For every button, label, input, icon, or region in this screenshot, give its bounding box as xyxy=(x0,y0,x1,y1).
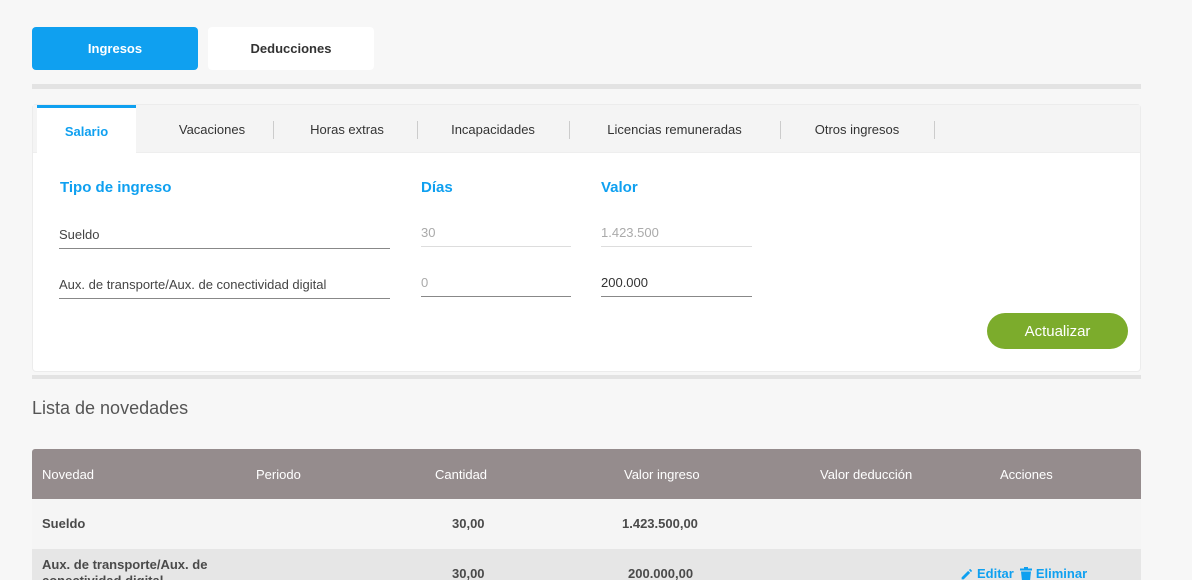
delete-label: Eliminar xyxy=(1035,566,1088,580)
tab-otros-ingresos[interactable]: Otros ingresos xyxy=(780,105,934,153)
tab-separator xyxy=(273,121,274,139)
dias-input[interactable]: 0 xyxy=(421,267,571,297)
cell-acciones: Editar Eliminar xyxy=(960,549,1087,580)
valor-input[interactable]: 200.000 xyxy=(601,267,752,297)
divider xyxy=(32,375,1141,379)
edit-button[interactable]: Editar xyxy=(960,566,1014,580)
cell-novedad: Sueldo xyxy=(42,516,86,531)
header-dias: Días xyxy=(421,179,453,196)
tab-deducciones[interactable]: Deducciones xyxy=(208,27,374,70)
trash-icon xyxy=(1019,567,1032,580)
sub-tabs: Salario Vacaciones Horas extras Incapaci… xyxy=(33,105,1140,154)
tab-horas-extras[interactable]: Horas extras xyxy=(277,105,417,153)
col-novedad: Novedad xyxy=(42,466,95,482)
col-valor-deduccion: Valor deducción xyxy=(820,466,913,482)
dias-field: 30 xyxy=(421,217,571,247)
novedades-table: Novedad Periodo Cantidad Valor ingreso V… xyxy=(32,449,1141,580)
tab-ingresos[interactable]: Ingresos xyxy=(32,27,198,70)
col-valor-ingreso: Valor ingreso xyxy=(624,466,700,482)
table-row: Sueldo 30,00 1.423.500,00 xyxy=(32,499,1141,549)
list-title: Lista de novedades xyxy=(32,398,189,418)
divider xyxy=(32,84,1141,89)
col-cantidad: Cantidad xyxy=(435,466,488,482)
tab-vacaciones[interactable]: Vacaciones xyxy=(147,105,277,153)
cell-valor-ingreso: 1.423.500,00 xyxy=(622,516,698,531)
edit-label: Editar xyxy=(977,566,1014,580)
top-tabs: Ingresos Deducciones xyxy=(32,27,374,70)
tab-separator xyxy=(934,121,935,139)
tab-incapacidades[interactable]: Incapacidades xyxy=(417,105,569,153)
delete-button[interactable]: Eliminar xyxy=(1019,566,1088,580)
tab-licencias-remuneradas[interactable]: Licencias remuneradas xyxy=(569,105,780,153)
tab-salario[interactable]: Salario xyxy=(37,105,136,154)
pencil-icon xyxy=(961,568,972,579)
col-acciones: Acciones xyxy=(1000,466,1053,482)
cell-cantidad: 30,00 xyxy=(452,516,485,531)
tipo-ingreso-field: Sueldo xyxy=(59,219,390,249)
row-actions: Editar Eliminar xyxy=(960,566,1087,580)
table-row: Aux. de transporte/Aux. de conectividad … xyxy=(32,549,1141,580)
tipo-ingreso-field: Aux. de transporte/Aux. de conectividad … xyxy=(59,269,390,299)
ingresos-card: Salario Vacaciones Horas extras Incapaci… xyxy=(32,104,1141,372)
col-periodo: Periodo xyxy=(256,466,301,482)
cell-cantidad: 30,00 xyxy=(452,566,485,580)
header-valor: Valor xyxy=(601,179,638,196)
valor-field: 1.423.500 xyxy=(601,217,752,247)
header-tipo-ingreso: Tipo de ingreso xyxy=(60,179,172,196)
cell-valor-ingreso: 200.000,00 xyxy=(628,566,694,580)
update-button[interactable]: Actualizar xyxy=(987,313,1128,349)
table-header: Novedad Periodo Cantidad Valor ingreso V… xyxy=(32,449,1141,499)
cell-novedad: Aux. de transporte/Aux. de conectividad … xyxy=(42,557,208,580)
